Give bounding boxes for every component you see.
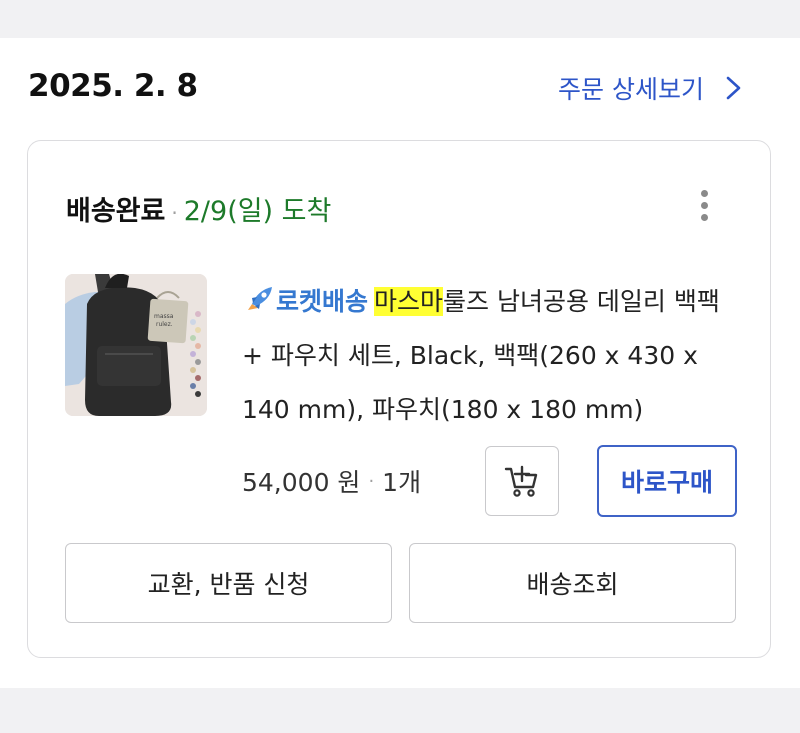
chevron-right-icon (726, 76, 741, 100)
price-separator: · (368, 470, 375, 492)
top-separator-band (0, 0, 800, 38)
add-to-cart-button[interactable] (485, 446, 559, 516)
order-detail-link-label: 주문 상세보기 (558, 75, 704, 104)
rocket-delivery-badge: 로켓배송 (276, 287, 369, 316)
delivery-status: 배송완료 (66, 196, 166, 227)
track-delivery-button[interactable]: 배송조회 (409, 543, 736, 623)
exchange-return-button[interactable]: 교환, 반품 신청 (65, 543, 392, 623)
buy-now-button[interactable]: 바로구매 (597, 445, 737, 517)
highlighted-brand: 마스마 (374, 287, 444, 316)
price-row: 54,000 원 · 1개 (242, 463, 421, 499)
order-detail-link[interactable]: 주문 상세보기 (558, 70, 746, 106)
order-date: 2025. 2. 8 (28, 68, 198, 104)
backpack-image: massa rulez. (65, 274, 207, 416)
status-separator: · (171, 201, 178, 225)
arrival-date: 2/9(일) 도착 (183, 196, 332, 227)
delivery-status-row: 배송완료 · 2/9(일) 도착 (66, 189, 331, 228)
product-quantity: 1개 (382, 468, 422, 497)
more-options-button[interactable] (692, 187, 716, 231)
bottom-separator-band (0, 688, 800, 733)
thumbnail-brand-line1: massa (154, 313, 174, 320)
thumbnail-brand-line2: rulez. (156, 321, 173, 328)
order-card: 배송완료 · 2/9(일) 도착 massa rulez. 로켓배송 마스마룰즈… (27, 140, 771, 658)
more-vertical-icon (700, 190, 708, 197)
add-to-cart-icon (504, 465, 538, 497)
product-thumbnail[interactable]: massa rulez. (65, 274, 207, 416)
rocket-icon (248, 287, 272, 310)
product-price: 54,000 원 (242, 468, 361, 497)
product-title[interactable]: 로켓배송 마스마룰즈 남녀공용 데일리 백팩 + 파우치 세트, Black, 백… (242, 275, 742, 437)
